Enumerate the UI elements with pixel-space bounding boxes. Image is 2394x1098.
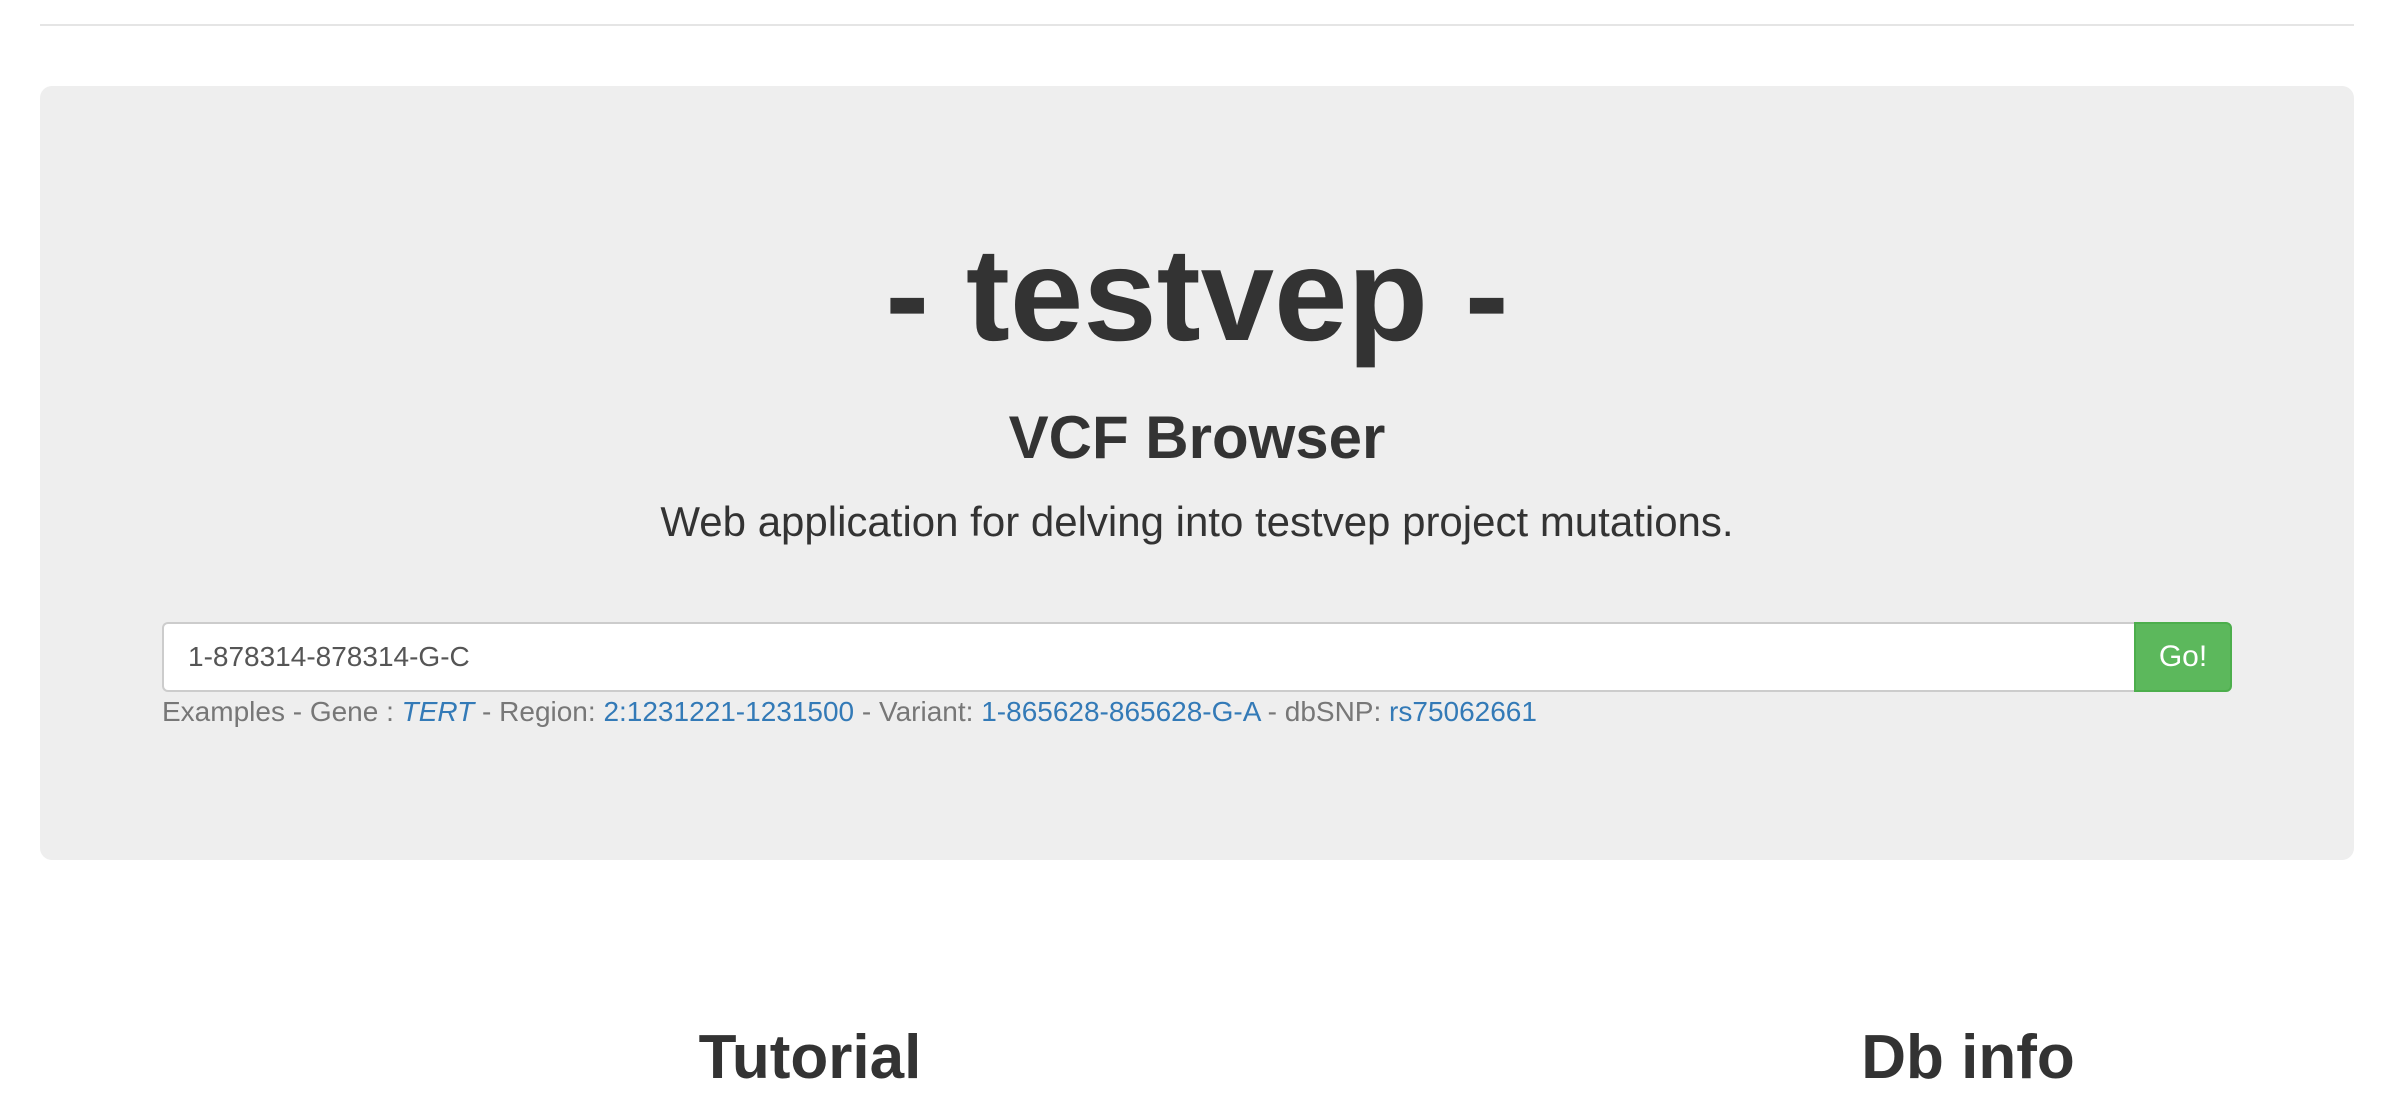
tutorial-heading: Tutorial xyxy=(698,1023,922,1092)
examples-prefix: Examples - Gene : xyxy=(162,696,402,727)
search-input[interactable] xyxy=(162,622,2134,692)
examples-region-label: - Region: xyxy=(474,696,604,727)
example-variant-link[interactable]: 1-865628-865628-G-A xyxy=(981,696,1260,727)
site-title: - testvep - xyxy=(885,221,1509,368)
go-button[interactable]: Go! xyxy=(2134,622,2232,692)
site-subtitle: VCF Browser xyxy=(1008,404,1386,471)
examples-variant-label: - Variant: xyxy=(854,696,982,727)
example-gene-link[interactable]: TERT xyxy=(402,696,475,727)
example-region-link[interactable]: 2:1231221-1231500 xyxy=(603,696,854,727)
example-dbsnp-link[interactable]: rs75062661 xyxy=(1389,696,1537,727)
search-form: Go! xyxy=(162,622,2232,692)
site-description: Web application for delving into testvep… xyxy=(660,498,1734,545)
search-examples: Examples - Gene : TERT - Region: 2:12312… xyxy=(162,694,1537,730)
top-divider xyxy=(40,24,2354,26)
examples-dbsnp-label: - dbSNP: xyxy=(1259,696,1390,727)
db-info-heading: Db info xyxy=(1861,1023,2075,1092)
